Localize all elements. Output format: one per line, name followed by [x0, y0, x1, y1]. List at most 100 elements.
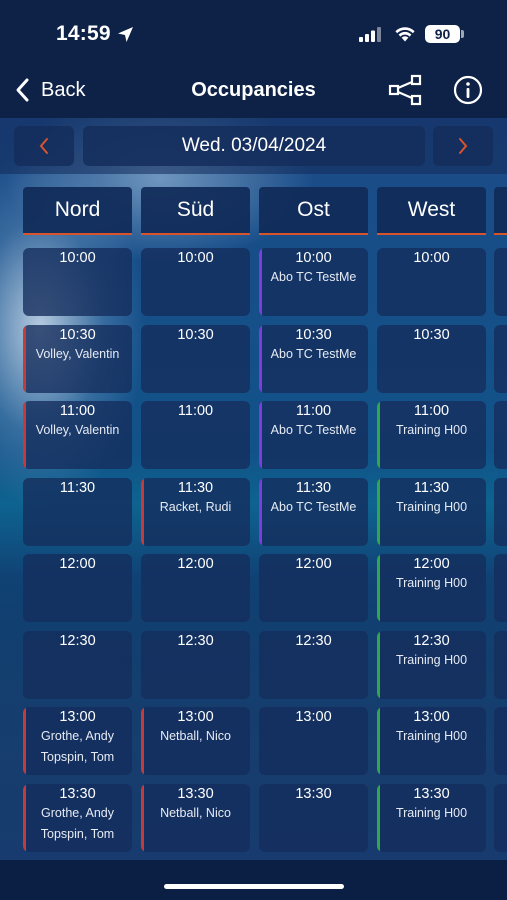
time-slot-partial[interactable] — [494, 631, 507, 699]
booking-name: Topspin, Tom — [40, 827, 115, 841]
column-label: Süd — [176, 198, 215, 221]
wifi-icon — [395, 27, 415, 42]
slot-time: 12:30 — [413, 633, 450, 649]
location-arrow-icon — [118, 27, 133, 42]
time-slot[interactable]: 10:00 — [23, 248, 132, 316]
date-selector: Wed. 03/04/2024 — [0, 118, 507, 174]
slot-time: 13:00 — [413, 709, 450, 725]
time-slot-partial[interactable] — [494, 248, 507, 316]
slot-time: 13:30 — [177, 786, 214, 802]
time-slot[interactable]: 12:30 — [141, 631, 250, 699]
slot-time: 10:00 — [177, 250, 214, 266]
time-slot[interactable]: 10:00 — [141, 248, 250, 316]
time-slot[interactable]: 13:00 Grothe, Andy Topspin, Tom — [23, 707, 132, 775]
slot-time: 10:30 — [177, 327, 214, 343]
battery-level: 90 — [434, 26, 451, 42]
booking-name: Volley, Valentin — [35, 347, 120, 361]
time-slot-partial[interactable] — [494, 784, 507, 852]
chevron-right-icon — [459, 138, 468, 154]
booking-name: Training H00 — [395, 806, 468, 820]
time-slot[interactable]: 12:00 Training H00 — [377, 554, 486, 622]
slot-time: 12:00 — [59, 556, 96, 572]
time-slot[interactable]: 11:00 Abo TC TestMe — [259, 401, 368, 469]
slot-time: 13:30 — [413, 786, 450, 802]
back-button[interactable]: Back — [14, 76, 85, 104]
time-slot-partial[interactable] — [494, 401, 507, 469]
time-slot[interactable]: 10:00 Abo TC TestMe — [259, 248, 368, 316]
slot-time: 11:30 — [177, 480, 214, 496]
booking-name: Grothe, Andy — [41, 729, 114, 743]
time-slot[interactable]: 13:00 — [259, 707, 368, 775]
time-slot[interactable]: 13:00 Netball, Nico — [141, 707, 250, 775]
slot-time: 13:30 — [59, 786, 96, 802]
time-slot[interactable]: 12:30 Training H00 — [377, 631, 486, 699]
time-slot[interactable]: 10:00 — [377, 248, 486, 316]
time-slot-partial[interactable] — [494, 707, 507, 775]
time-slot[interactable]: 13:30 Netball, Nico — [141, 784, 250, 852]
time-slot-partial[interactable] — [494, 554, 507, 622]
slot-time: 13:00 — [295, 709, 332, 725]
slot-time: 10:30 — [413, 327, 450, 343]
home-indicator — [164, 884, 344, 889]
slot-time: 10:30 — [295, 327, 332, 343]
battery-icon: 90 — [425, 25, 460, 43]
booking-name: Training H00 — [395, 576, 468, 590]
booking-name: Training H00 — [395, 423, 468, 437]
booking-name: Training H00 — [395, 500, 468, 514]
time-slot[interactable]: 11:00 — [141, 401, 250, 469]
slot-time: 11:00 — [177, 403, 214, 419]
time-slot[interactable]: 12:30 — [23, 631, 132, 699]
column-header-sud: Süd — [141, 187, 250, 235]
battery-tip — [461, 30, 464, 38]
column-header-nord: Nord — [23, 187, 132, 235]
slot-time: 11:30 — [413, 480, 450, 496]
booking-name: Racket, Rudi — [159, 500, 232, 514]
time-slot[interactable]: 10:30 Volley, Valentin — [23, 325, 132, 393]
time-slot[interactable]: 12:00 — [141, 554, 250, 622]
slot-time: 11:00 — [295, 403, 332, 419]
time-slot[interactable]: 12:00 — [259, 554, 368, 622]
time-slot[interactable]: 11:30 Training H00 — [377, 478, 486, 546]
booking-name: Training H00 — [395, 653, 468, 667]
previous-day-button[interactable] — [14, 126, 74, 166]
column-header-west: West — [377, 187, 486, 235]
time-slot[interactable]: 12:30 — [259, 631, 368, 699]
info-icon[interactable] — [453, 75, 483, 105]
time-slot[interactable]: 13:30 Grothe, Andy Topspin, Tom — [23, 784, 132, 852]
booking-name: Topspin, Tom — [40, 750, 115, 764]
booking-name: Abo TC TestMe — [270, 423, 357, 437]
time-slot-partial[interactable] — [494, 325, 507, 393]
time-slot[interactable]: 13:30 Training H00 — [377, 784, 486, 852]
current-date[interactable]: Wed. 03/04/2024 — [83, 126, 425, 166]
time-slot[interactable]: 13:30 — [259, 784, 368, 852]
slot-time: 10:30 — [59, 327, 96, 343]
next-day-button[interactable] — [433, 126, 493, 166]
time-slot[interactable]: 11:00 Volley, Valentin — [23, 401, 132, 469]
column-label: Ost — [297, 198, 330, 221]
back-label: Back — [41, 78, 86, 101]
time-slot[interactable]: 10:30 — [141, 325, 250, 393]
time-slot[interactable]: 11:30 — [23, 478, 132, 546]
slot-time: 11:00 — [59, 403, 96, 419]
booking-name: Training H00 — [395, 729, 468, 743]
time-slot[interactable]: 12:00 — [23, 554, 132, 622]
time-slot-partial[interactable] — [494, 478, 507, 546]
time-slot[interactable]: 11:30 Abo TC TestMe — [259, 478, 368, 546]
booking-name: Abo TC TestMe — [270, 500, 357, 514]
slot-time: 10:00 — [295, 250, 332, 266]
column-label: Nord — [54, 198, 101, 221]
chevron-left-icon — [39, 138, 48, 154]
slot-time: 12:00 — [413, 556, 450, 572]
booking-name: Volley, Valentin — [35, 423, 120, 437]
time-slot[interactable]: 13:00 Training H00 — [377, 707, 486, 775]
slot-time: 10:00 — [413, 250, 450, 266]
time-slot[interactable]: 10:30 Abo TC TestMe — [259, 325, 368, 393]
status-time: 14:59 — [56, 22, 111, 45]
slot-time: 12:00 — [177, 556, 214, 572]
slot-time: 12:30 — [177, 633, 214, 649]
slot-time: 11:30 — [295, 480, 332, 496]
share-icon[interactable] — [388, 74, 422, 106]
time-slot[interactable]: 11:00 Training H00 — [377, 401, 486, 469]
time-slot[interactable]: 11:30 Racket, Rudi — [141, 478, 250, 546]
time-slot[interactable]: 10:30 — [377, 325, 486, 393]
